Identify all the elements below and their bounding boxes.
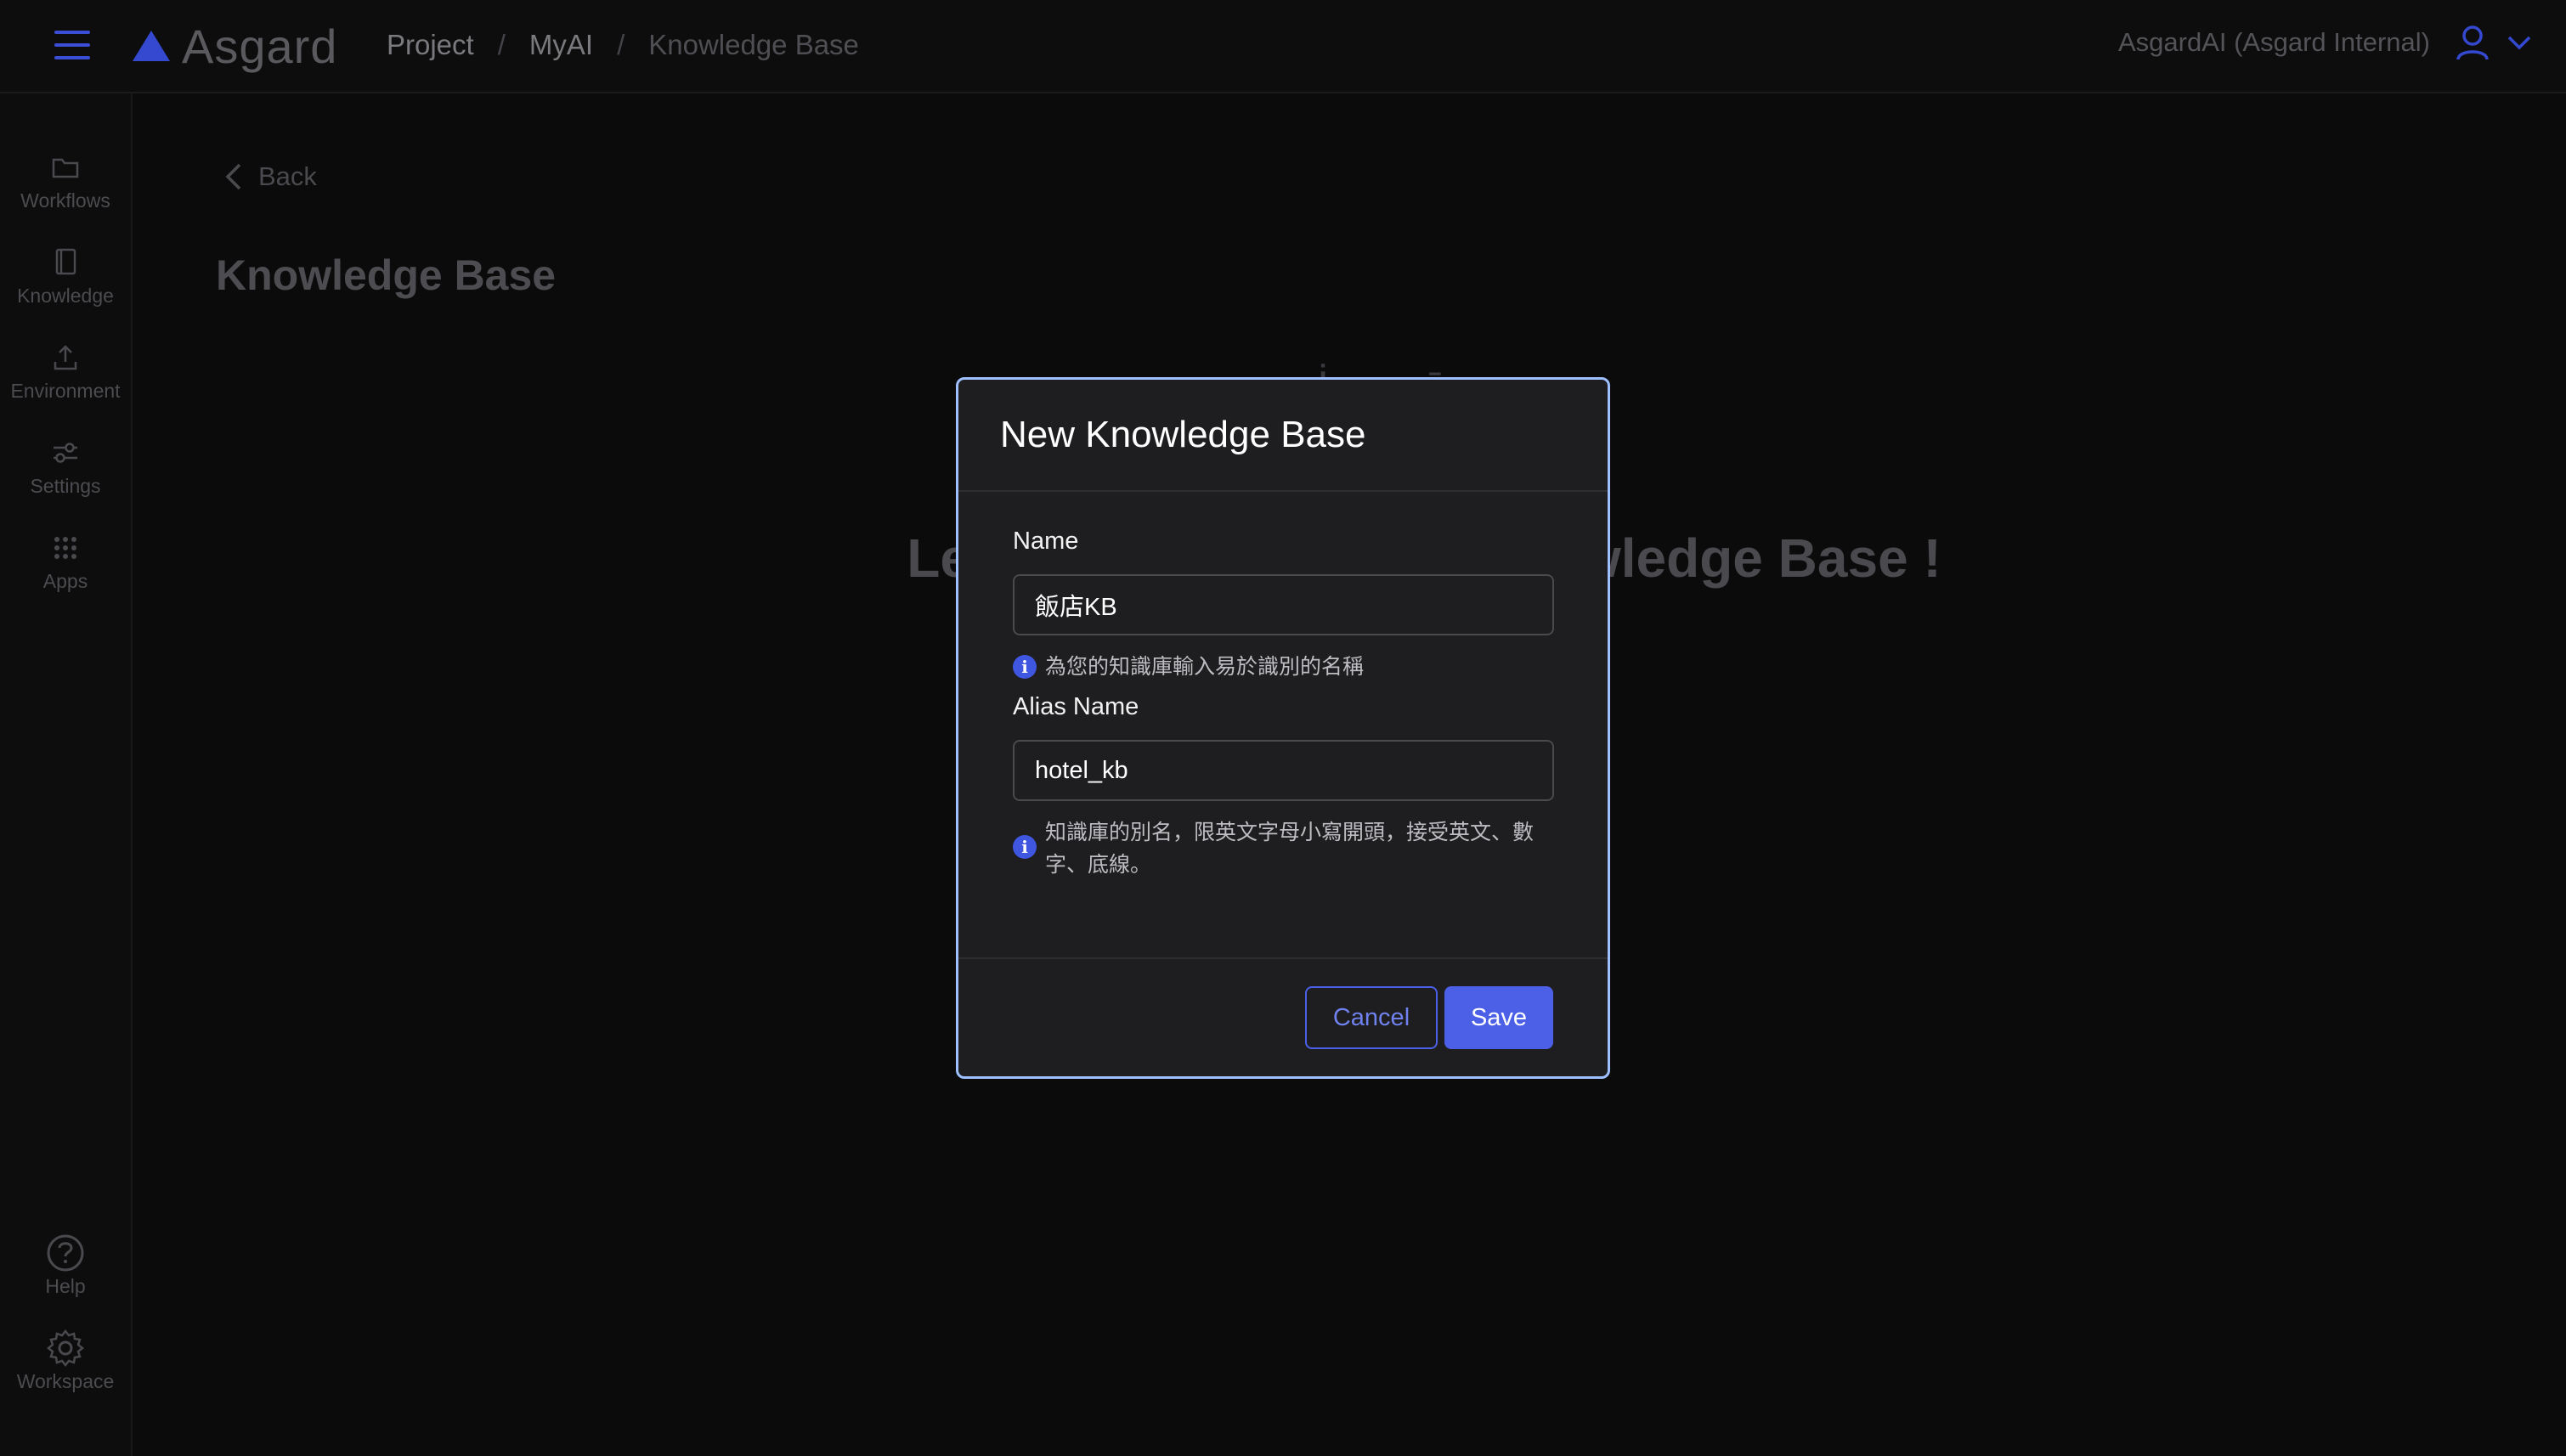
triangle-logo-icon (133, 31, 170, 61)
account-menu[interactable]: AsgardAI (Asgard Internal) (2118, 24, 2532, 61)
breadcrumb-separator: / (497, 29, 506, 60)
name-input[interactable] (1013, 574, 1554, 635)
menu-icon[interactable] (54, 31, 90, 59)
name-hint-text: 為您的知識庫輸入易於識別的名稱 (1045, 655, 1365, 679)
sidebar-item-label: Environment (10, 380, 121, 402)
new-knowledge-base-dialog: New Knowledge Base Name i 為您的知識庫輸入易於識別的名… (956, 377, 1610, 1079)
sidebar-item-label: Help (45, 1275, 86, 1297)
book-icon (0, 244, 131, 281)
name-hint: i 為您的知識庫輸入易於識別的名稱 (1013, 651, 1553, 683)
sliders-icon (0, 434, 131, 471)
info-icon: i (1013, 835, 1037, 859)
sidebar-item-label: Workflows (20, 189, 110, 212)
back-label: Back (258, 161, 317, 191)
name-label: Name (1013, 528, 1079, 555)
upload-icon (0, 339, 131, 376)
chevron-left-icon (225, 163, 241, 190)
alias-name-label: Alias Name (1013, 693, 1139, 720)
dialog-title: New Knowledge Base (1000, 414, 1366, 455)
user-icon[interactable] (2456, 24, 2490, 61)
sidebar-item-apps[interactable]: Apps (0, 529, 131, 593)
breadcrumb-knowledge-base: Knowledge Base (648, 29, 859, 60)
breadcrumb-project[interactable]: Project (387, 29, 474, 61)
top-bar: Asgard Project / MyAI / Knowledge Base A… (0, 0, 2566, 93)
chevron-down-icon[interactable] (2507, 34, 2532, 51)
back-link[interactable]: Back (224, 161, 317, 192)
sidebar-item-workspace[interactable]: Workspace (0, 1329, 131, 1393)
dialog-footer: Cancel Save (958, 957, 1608, 1076)
alias-hint: i 知識庫的別名，限英文字母小寫開頭，接受英文、數字、底線。 (1013, 816, 1553, 881)
grid-icon (0, 529, 131, 567)
brand-name: Asgard (182, 19, 338, 73)
folder-icon (0, 149, 131, 186)
alias-name-input[interactable] (1013, 740, 1554, 801)
alias-hint-text: 知識庫的別名，限英文字母小寫開頭，接受英文、數字、底線。 (1045, 821, 1535, 877)
brand[interactable]: Asgard (133, 19, 337, 73)
breadcrumb-myai[interactable]: MyAI (529, 29, 593, 61)
account-name: AsgardAI (Asgard Internal) (2117, 27, 2430, 57)
sidebar-item-label: Settings (30, 475, 101, 497)
app-root: Asgard Project / MyAI / Knowledge Base A… (0, 0, 2566, 1456)
help-icon (0, 1234, 131, 1272)
sidebar: Workflows Knowledge Environment Settings… (0, 93, 133, 1456)
cancel-button[interactable]: Cancel (1305, 986, 1438, 1049)
dialog-header: New Knowledge Base (958, 380, 1608, 492)
sidebar-item-environment[interactable]: Environment (0, 339, 131, 403)
gear-icon (0, 1329, 131, 1368)
sidebar-item-help[interactable]: Help (0, 1234, 131, 1298)
sidebar-item-label: Apps (42, 570, 88, 592)
info-icon: i (1013, 655, 1037, 679)
sidebar-item-workflows[interactable]: Workflows (0, 149, 131, 212)
sidebar-item-knowledge[interactable]: Knowledge (0, 244, 131, 308)
save-button[interactable]: Save (1444, 986, 1553, 1049)
dialog-body: Name i 為您的知識庫輸入易於識別的名稱 Alias Name i 知識庫的… (958, 492, 1608, 881)
sidebar-item-label: Knowledge (17, 285, 114, 307)
breadcrumb: Project / MyAI / Knowledge Base (387, 29, 859, 61)
sidebar-item-settings[interactable]: Settings (0, 434, 131, 498)
breadcrumb-separator: / (617, 29, 625, 60)
sidebar-item-label: Workspace (16, 1370, 115, 1392)
page-title: Knowledge Base (216, 251, 557, 299)
